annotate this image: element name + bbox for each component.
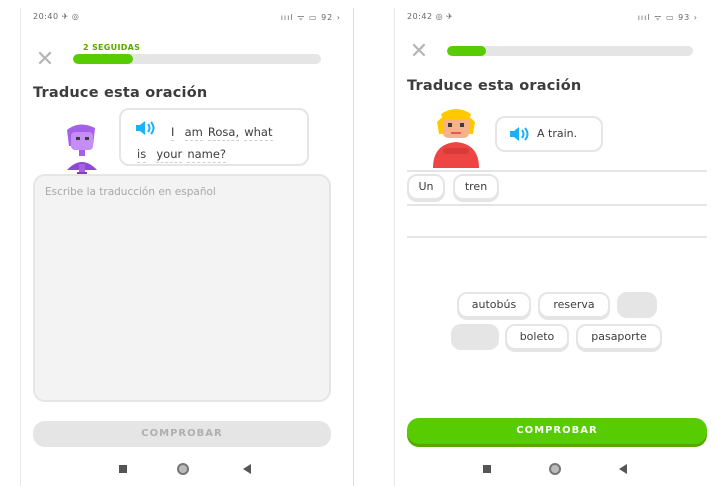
bubble-word[interactable]: is (137, 147, 147, 163)
lesson-progress-fill (73, 54, 133, 64)
recent-apps-icon[interactable] (483, 465, 491, 473)
answer-word-chip[interactable]: Un (407, 174, 445, 200)
bubble-line-2: is your name? (137, 143, 227, 163)
character-avatar-icon (433, 109, 479, 168)
close-icon[interactable]: ✕ (35, 49, 55, 71)
page-title: Traduce esta oración (407, 78, 582, 94)
back-icon[interactable] (619, 464, 627, 474)
answer-line-top (407, 170, 707, 172)
check-button[interactable]: COMPROBAR (407, 418, 707, 444)
bubble-word[interactable]: what (244, 125, 273, 141)
page-title: Traduce esta oración (33, 85, 208, 101)
bubble-word[interactable]: am (184, 125, 203, 141)
status-time: 20:42 ◎ ✈ (407, 12, 454, 21)
answer-line-bottom (407, 236, 707, 238)
screenshot-stage: 20:40 ✈ ◎ ıııl ᯤ ▭ 92 › ✕ 2 SEGUIDAS Tra… (0, 0, 716, 486)
speech-bubble: I am Rosa, what is your name? (119, 108, 309, 166)
home-icon[interactable] (177, 463, 189, 475)
status-bar: 20:40 ✈ ◎ ıııl ᯤ ▭ 92 › (21, 8, 353, 28)
translation-placeholder: Escribe la traducción en español (45, 186, 216, 198)
home-icon[interactable] (549, 463, 561, 475)
answer-line-middle (407, 204, 707, 206)
bubble-word[interactable]: I (171, 125, 175, 141)
word-bank-chip[interactable]: pasaporte (576, 324, 662, 350)
streak-label: 2 SEGUIDAS (83, 43, 141, 52)
check-button[interactable]: COMPROBAR (33, 421, 331, 447)
status-time: 20:40 ✈ ◎ (33, 12, 80, 21)
bubble-text: A train. (537, 127, 578, 140)
bubble-line-1: I am Rosa, what (171, 121, 273, 141)
lesson-progress-fill (447, 46, 487, 56)
back-icon[interactable] (243, 464, 251, 474)
lesson-progress (73, 54, 321, 64)
status-icons: ıııl ᯤ ▭ 93 › (637, 13, 698, 22)
status-bar: 20:42 ◎ ✈ ıııl ᯤ ▭ 93 › (395, 8, 710, 28)
phone-right: 20:42 ◎ ✈ ıııl ᯤ ▭ 93 › ✕ Traduce esta o… (394, 8, 710, 486)
bubble-word[interactable]: name? (187, 147, 227, 163)
translation-input[interactable]: Escribe la traducción en español (33, 174, 331, 402)
speech-bubble: A train. (495, 116, 603, 152)
recent-apps-icon[interactable] (119, 465, 127, 473)
word-bank-slot-empty (617, 292, 657, 318)
speaker-icon[interactable] (135, 120, 157, 136)
word-bank-slot-empty (451, 324, 499, 350)
bubble-word[interactable]: Rosa, (207, 125, 240, 141)
close-icon[interactable]: ✕ (409, 41, 429, 63)
status-icons: ıııl ᯤ ▭ 92 › (280, 13, 341, 22)
answer-word-chip[interactable]: tren (453, 174, 499, 200)
system-nav-bar (21, 460, 353, 480)
word-bank-chip[interactable]: autobús (457, 292, 531, 318)
word-bank-chip[interactable]: reserva (538, 292, 610, 318)
phone-left: 20:40 ✈ ◎ ıııl ᯤ ▭ 92 › ✕ 2 SEGUIDAS Tra… (20, 8, 354, 486)
speaker-icon[interactable] (509, 126, 531, 142)
system-nav-bar (395, 460, 710, 480)
word-bank-chip[interactable]: boleto (505, 324, 569, 350)
lesson-progress (447, 46, 693, 56)
bubble-word[interactable]: your (156, 147, 183, 163)
